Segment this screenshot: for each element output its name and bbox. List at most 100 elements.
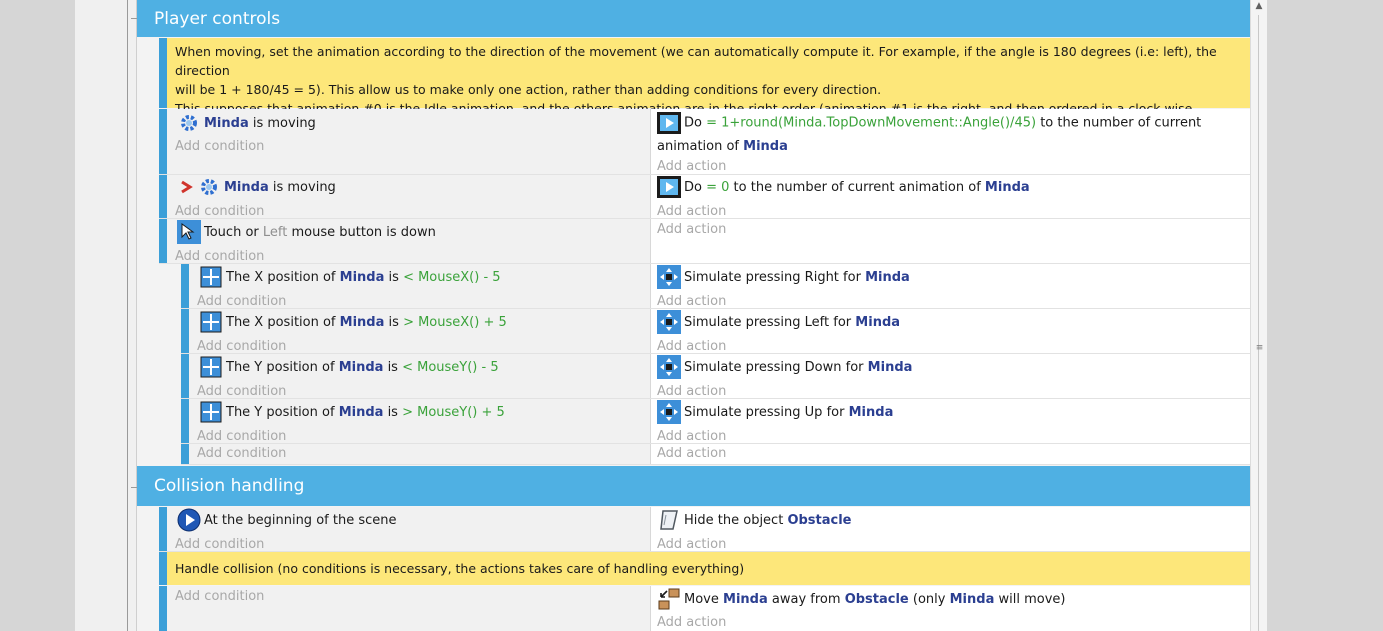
actions-panel[interactable]: Simulate pressing Down for Minda Add act…: [651, 354, 1250, 399]
actions-panel[interactable]: Do = 1+round(Minda.TopDownMovement::Angl…: [651, 109, 1250, 174]
actions-panel[interactable]: Hide the object Obstacle Add action: [651, 507, 1250, 552]
add-action-link[interactable]: Add action: [657, 615, 726, 630]
condition-minda-moving[interactable]: Minda is moving: [177, 112, 316, 134]
actions-panel[interactable]: Add action: [651, 444, 1250, 464]
conditions-panel[interactable]: Add condition: [167, 586, 651, 631]
gear-icon: [197, 175, 221, 199]
action-simulate-right[interactable]: Simulate pressing Right for Minda: [657, 265, 910, 289]
comment-collision[interactable]: Handle collision (no conditions is neces…: [159, 552, 1250, 585]
event-bar: [159, 507, 167, 551]
add-condition-link[interactable]: Add condition: [197, 429, 286, 444]
condition-y-position[interactable]: The Y position of Minda is > MouseY() + …: [199, 401, 505, 423]
condition-x-position[interactable]: The X position of Minda is > MouseX() + …: [199, 311, 507, 333]
conditions-panel[interactable]: Touch or Left mouse button is down Add c…: [167, 219, 651, 264]
scroll-grip-icon[interactable]: ≡: [1255, 344, 1264, 353]
event-bar: [159, 586, 167, 631]
add-action-link[interactable]: Add action: [657, 339, 726, 354]
add-condition-link[interactable]: Add condition: [175, 589, 264, 604]
conditions-panel[interactable]: The X position of Minda is > MouseX() + …: [189, 309, 651, 354]
comment-line: When moving, set the animation according…: [175, 44, 1217, 78]
action-set-animation[interactable]: Do = 1+round(Minda.TopDownMovement::Angl…: [657, 111, 1217, 158]
add-condition-link[interactable]: Add condition: [197, 384, 286, 399]
add-action-link[interactable]: Add action: [657, 204, 726, 219]
add-action-link[interactable]: Add action: [657, 294, 726, 309]
conditions-panel[interactable]: Minda is moving Add condition: [167, 109, 651, 174]
conditions-panel[interactable]: Add condition: [189, 444, 651, 464]
inverted-condition-icon: [177, 175, 195, 199]
add-condition-link[interactable]: Add condition: [175, 249, 264, 264]
conditions-panel[interactable]: The X position of Minda is < MouseX() - …: [189, 264, 651, 309]
scroll-up-icon[interactable]: ▲: [1254, 0, 1264, 14]
event-touch-or-mouse[interactable]: Touch or Left mouse button is down Add c…: [159, 219, 1250, 264]
event-bar: [181, 444, 189, 464]
add-action-link[interactable]: Add action: [657, 159, 726, 174]
add-condition-link[interactable]: Add condition: [175, 139, 264, 154]
film-icon: [657, 175, 681, 199]
conditions-panel[interactable]: At the beginning of the scene Add condit…: [167, 507, 651, 552]
scroll-track[interactable]: [1258, 15, 1259, 631]
add-condition-link[interactable]: Add condition: [175, 537, 264, 552]
subevent-x-less[interactable]: The X position of Minda is < MouseX() - …: [181, 264, 1250, 309]
conditions-panel[interactable]: The Y position of Minda is > MouseY() + …: [189, 399, 651, 444]
key-simulation-icon: [657, 400, 681, 424]
event-bar: [181, 354, 189, 398]
event-separate[interactable]: Add condition Move Minda away from Obsta…: [159, 586, 1250, 631]
add-action-link[interactable]: Add action: [657, 429, 726, 444]
group-title: Player controls: [154, 8, 281, 29]
event-bar: [181, 399, 189, 443]
event-bar: [181, 264, 189, 308]
actions-panel[interactable]: Simulate pressing Right for Minda Add ac…: [651, 264, 1250, 309]
mouse-cursor-icon: [177, 220, 201, 244]
comment-movement[interactable]: When moving, set the animation according…: [159, 38, 1250, 135]
comment-line: Handle collision (no conditions is neces…: [175, 561, 745, 576]
add-condition-link[interactable]: Add condition: [197, 294, 286, 309]
action-simulate-down[interactable]: Simulate pressing Down for Minda: [657, 355, 912, 379]
condition-y-position[interactable]: The Y position of Minda is < MouseY() - …: [199, 356, 499, 378]
object-name: Minda: [204, 115, 249, 131]
key-simulation-icon: [657, 355, 681, 379]
event-bar: [159, 109, 167, 174]
vertical-scrollbar[interactable]: ▲ ≡: [1250, 0, 1267, 631]
add-action-link[interactable]: Add action: [657, 222, 726, 237]
condition-scene-start[interactable]: At the beginning of the scene: [177, 508, 396, 532]
add-condition-link[interactable]: Add condition: [175, 204, 264, 219]
add-condition-link[interactable]: Add condition: [197, 446, 286, 461]
subevent-x-greater[interactable]: The X position of Minda is > MouseX() + …: [181, 309, 1250, 354]
group-header-player-controls[interactable]: Player controls: [137, 0, 1250, 37]
subevent-y-greater[interactable]: The Y position of Minda is > MouseY() + …: [181, 399, 1250, 444]
condition-minda-not-moving[interactable]: Minda is moving: [177, 176, 336, 198]
add-action-link[interactable]: Add action: [657, 537, 726, 552]
condition-mouse-down[interactable]: Touch or Left mouse button is down: [177, 220, 436, 244]
position-grid-icon: [199, 400, 223, 424]
event-bar: [159, 219, 167, 263]
condition-x-position[interactable]: The X position of Minda is < MouseX() - …: [199, 266, 501, 288]
actions-panel[interactable]: Simulate pressing Left for Minda Add act…: [651, 309, 1250, 354]
separate-objects-icon: [657, 587, 681, 611]
add-action-link[interactable]: Add action: [657, 446, 726, 461]
actions-panel[interactable]: Add action: [651, 219, 1250, 263]
play-icon: [177, 508, 201, 532]
position-grid-icon: [199, 265, 223, 289]
action-hide-object[interactable]: Hide the object Obstacle: [657, 509, 852, 531]
key-simulation-icon: [657, 310, 681, 334]
actions-panel[interactable]: Move Minda away from Obstacle (only Mind…: [651, 586, 1250, 631]
conditions-panel[interactable]: Minda is moving Add condition: [167, 175, 651, 219]
action-simulate-up[interactable]: Simulate pressing Up for Minda: [657, 400, 893, 424]
actions-panel[interactable]: Do = 0 to the number of current animatio…: [651, 175, 1250, 219]
add-condition-link[interactable]: Add condition: [197, 339, 286, 354]
action-separate-objects[interactable]: Move Minda away from Obstacle (only Mind…: [657, 588, 1065, 610]
event-scene-start[interactable]: At the beginning of the scene Add condit…: [159, 507, 1250, 552]
gear-icon: [177, 111, 201, 135]
subevent-y-less[interactable]: The Y position of Minda is < MouseY() - …: [181, 354, 1250, 399]
group-header-collision-handling[interactable]: Collision handling: [137, 466, 1250, 506]
conditions-panel[interactable]: The Y position of Minda is < MouseY() - …: [189, 354, 651, 399]
comment-line: will be 1 + 180/45 = 5). This allow us t…: [175, 82, 882, 97]
event-minda-moving[interactable]: Minda is moving Add condition Do = 1+rou…: [159, 109, 1250, 175]
add-action-link[interactable]: Add action: [657, 384, 726, 399]
action-set-animation-zero[interactable]: Do = 0 to the number of current animatio…: [657, 176, 1030, 198]
film-icon: [657, 111, 681, 135]
subevent-empty[interactable]: Add condition Add action: [181, 444, 1250, 465]
event-minda-not-moving[interactable]: Minda is moving Add condition Do = 0 to …: [159, 175, 1250, 219]
action-simulate-left[interactable]: Simulate pressing Left for Minda: [657, 310, 900, 334]
actions-panel[interactable]: Simulate pressing Up for Minda Add actio…: [651, 399, 1250, 444]
